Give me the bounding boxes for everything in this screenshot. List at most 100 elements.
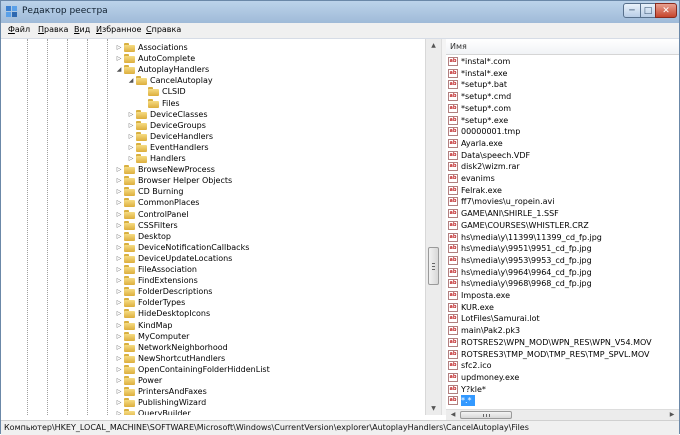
- scroll-right-arrow-icon[interactable]: ▶: [666, 410, 678, 420]
- expand-arrow-icon[interactable]: ▷: [127, 131, 135, 142]
- expand-arrow-icon[interactable]: ▷: [115, 220, 123, 231]
- value-name: hs\media\y\9964\9964_cd_fp.jpg: [461, 267, 592, 277]
- folder-icon: [124, 253, 135, 263]
- title-bar[interactable]: Редактор реестра ─ □ ✕: [1, 1, 679, 23]
- value-name: Felrak.exe: [461, 185, 502, 195]
- tree-guide-line: [27, 39, 28, 415]
- close-icon: ✕: [662, 5, 670, 16]
- tree-item-label: CSSFilters: [138, 220, 178, 230]
- column-header-name[interactable]: Имя: [446, 39, 679, 55]
- expand-arrow-icon[interactable]: ▷: [115, 342, 123, 353]
- expand-arrow-icon[interactable]: ▷: [115, 253, 123, 264]
- menu-favorites[interactable]: Избранное: [96, 25, 141, 34]
- regedit-icon: [6, 6, 17, 17]
- value-name: hs\media\y\9953\9953_cd_fp.jpg: [461, 255, 592, 265]
- menu-help[interactable]: Справка: [146, 25, 181, 34]
- maximize-icon: □: [643, 5, 653, 16]
- status-path: Компьютер\HKEY_LOCAL_MACHINE\SOFTWARE\Mi…: [4, 423, 529, 432]
- value-name: hs\media\y\11399\11399_cd_fp.jpg: [461, 232, 602, 242]
- value-name: disk2\wizm.rar: [461, 162, 520, 172]
- tree-item-label: FolderTypes: [138, 298, 186, 308]
- expand-arrow-icon[interactable]: ▷: [115, 264, 123, 275]
- expand-arrow-icon[interactable]: ▷: [115, 320, 123, 331]
- string-value-icon: ab: [448, 162, 458, 172]
- expand-arrow-icon[interactable]: ▷: [115, 242, 123, 253]
- tree-item-label: HideDesktopIcons: [138, 309, 211, 319]
- value-name: ROTSRES3\TMP_MOD\TMP_RES\TMP_SPVL.MOV: [461, 349, 650, 359]
- expand-arrow-icon[interactable]: ▷: [115, 275, 123, 286]
- expand-arrow-icon[interactable]: ▷: [115, 386, 123, 397]
- expand-arrow-icon[interactable]: ▷: [127, 142, 135, 153]
- grip-line: [432, 269, 435, 270]
- tree-guide-line: [47, 39, 48, 415]
- collapse-arrow-icon[interactable]: [139, 98, 147, 109]
- menu-view[interactable]: Вид: [74, 25, 90, 34]
- tree-item-label: CD Burning: [138, 187, 184, 197]
- expand-arrow-icon[interactable]: ▷: [115, 286, 123, 297]
- expand-arrow-icon[interactable]: ▷: [115, 297, 123, 308]
- minimize-button[interactable]: ─: [623, 3, 641, 18]
- tree-item-label: CommonPlaces: [138, 198, 200, 208]
- close-button[interactable]: ✕: [655, 3, 677, 18]
- tree-scroll-thumb[interactable]: [428, 247, 439, 285]
- tree-item-label: CLSID: [162, 87, 186, 97]
- tree-vertical-scrollbar[interactable]: ▲ ▼: [425, 39, 441, 415]
- expand-arrow-icon[interactable]: ▷: [115, 231, 123, 242]
- tree-item-label: CancelAutoplay: [150, 76, 213, 86]
- menu-file[interactable]: Файл: [8, 25, 30, 34]
- scroll-left-arrow-icon[interactable]: ◀: [447, 410, 459, 420]
- expand-arrow-icon[interactable]: ▷: [127, 120, 135, 131]
- tree-item-label: ControlPanel: [138, 209, 189, 219]
- registry-tree[interactable]: ▷ Associations ▷ AutoComplete ◢ AutoplayHandl…: [7, 39, 440, 415]
- string-value-icon: ab: [448, 232, 458, 242]
- scroll-down-arrow-icon[interactable]: ▼: [426, 402, 441, 415]
- expand-arrow-icon[interactable]: ▷: [115, 353, 123, 364]
- expand-arrow-icon[interactable]: ▷: [115, 186, 123, 197]
- string-value-icon: ab: [448, 220, 458, 230]
- string-value-icon: ab: [448, 267, 458, 277]
- open-folder-icon: [136, 76, 147, 86]
- collapse-arrow-icon[interactable]: ◢: [127, 75, 135, 86]
- selected-value-name[interactable]: *.*: [461, 395, 475, 407]
- folder-icon: [124, 342, 135, 352]
- expand-arrow-icon[interactable]: ▷: [115, 397, 123, 408]
- tree-item-label: BrowseNewProcess: [138, 165, 215, 175]
- expand-arrow-icon[interactable]: ▷: [115, 42, 123, 53]
- scroll-up-arrow-icon[interactable]: ▲: [426, 39, 441, 52]
- expand-arrow-icon[interactable]: ▷: [115, 364, 123, 375]
- expand-arrow-icon[interactable]: ▷: [115, 197, 123, 208]
- collapse-arrow-icon[interactable]: ◢: [115, 64, 123, 75]
- menu-edit[interactable]: Правка: [38, 25, 68, 34]
- tree-item-label: Handlers: [150, 154, 186, 163]
- tree-item-label: DeviceUpdateLocations: [138, 253, 233, 263]
- expand-arrow-icon[interactable]: ▷: [115, 164, 123, 175]
- folder-icon: [124, 276, 135, 286]
- tree-item-label: Browser Helper Objects: [138, 176, 233, 186]
- values-horizontal-scrollbar[interactable]: ◀ ▶: [446, 409, 679, 420]
- expand-arrow-icon[interactable]: ▷: [115, 331, 123, 342]
- value-name: *setup*.exe: [461, 115, 509, 125]
- tree-item-label: FindExtensions: [138, 276, 198, 286]
- expand-arrow-icon[interactable]: ▷: [115, 375, 123, 386]
- expand-arrow-icon[interactable]: [139, 86, 147, 97]
- string-value-icon: ab: [448, 80, 458, 90]
- grip-line: [486, 414, 487, 417]
- expand-arrow-icon[interactable]: ▷: [115, 308, 123, 319]
- tree-item-label: DeviceNotificationCallbacks: [138, 242, 250, 252]
- expand-arrow-icon[interactable]: ▷: [115, 175, 123, 186]
- string-value-icon: ab: [448, 302, 458, 312]
- expand-arrow-icon[interactable]: ▷: [115, 53, 123, 64]
- expand-arrow-icon[interactable]: ▷: [127, 109, 135, 120]
- maximize-button[interactable]: □: [640, 3, 656, 18]
- values-scroll-thumb[interactable]: [460, 411, 512, 419]
- string-value-icon: ab: [448, 396, 458, 406]
- values-list[interactable]: Имя ab *instal*.com ab *instal*.exe ab *setup…: [446, 39, 679, 409]
- minimize-icon: ─: [629, 5, 635, 16]
- folder-icon: [124, 242, 135, 252]
- expand-arrow-icon[interactable]: ▷: [115, 209, 123, 220]
- expand-arrow-icon[interactable]: ▷: [115, 408, 123, 415]
- folder-icon: [136, 131, 147, 141]
- folder-icon: [124, 165, 135, 175]
- expand-arrow-icon[interactable]: ▷: [127, 153, 135, 164]
- folder-icon: [124, 364, 135, 374]
